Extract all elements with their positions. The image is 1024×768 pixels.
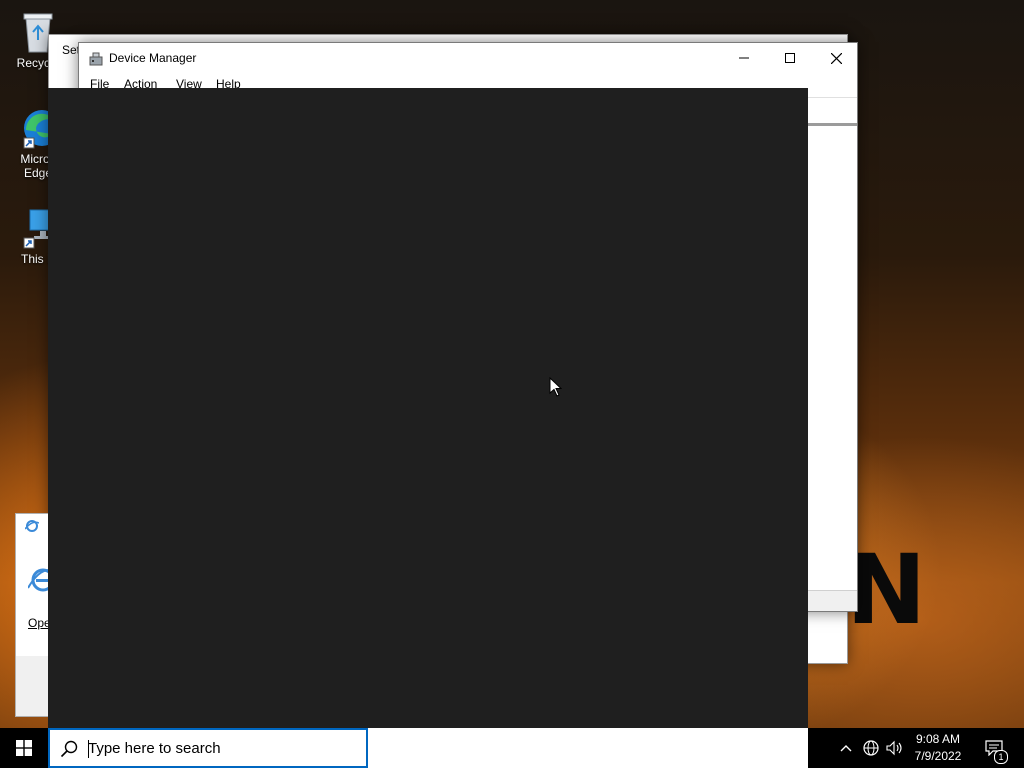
minimize-button[interactable] xyxy=(721,43,767,73)
clock-time: 9:08 AM xyxy=(915,732,961,746)
dark-overlay-window[interactable] xyxy=(48,88,808,728)
network-icon xyxy=(863,740,879,756)
windows-logo-icon xyxy=(16,740,32,756)
maximize-icon xyxy=(785,53,795,63)
title-bar[interactable]: Device Manager xyxy=(79,43,857,75)
internet-explorer-icon xyxy=(25,520,39,532)
clock-date: 7/9/2022 xyxy=(914,749,962,763)
volume-button[interactable] xyxy=(884,728,906,768)
taskbar: 9:08 AM 7/9/2022 1 xyxy=(0,728,1024,768)
mouse-cursor-icon xyxy=(549,377,562,397)
window-title: Device Manager xyxy=(109,51,197,65)
notification-count-badge: 1 xyxy=(994,750,1008,764)
close-button[interactable] xyxy=(813,43,859,73)
close-icon xyxy=(830,52,842,64)
minimize-icon xyxy=(739,57,749,59)
start-button[interactable] xyxy=(0,728,48,768)
show-hidden-icons-button[interactable] xyxy=(838,728,854,768)
network-button[interactable] xyxy=(861,728,881,768)
volume-icon xyxy=(886,740,902,756)
search-icon xyxy=(60,740,78,758)
search-input[interactable] xyxy=(88,738,348,758)
taskbar-open-windows-area[interactable] xyxy=(368,728,808,768)
wallpaper-letter: N xyxy=(846,534,927,646)
taskbar-clock[interactable]: 9:08 AM 7/9/2022 xyxy=(904,731,972,765)
chevron-up-icon xyxy=(840,745,852,752)
maximize-button[interactable] xyxy=(767,43,813,73)
text-caret xyxy=(88,740,89,758)
taskbar-search-box[interactable] xyxy=(48,728,368,768)
device-manager-icon xyxy=(89,52,103,66)
